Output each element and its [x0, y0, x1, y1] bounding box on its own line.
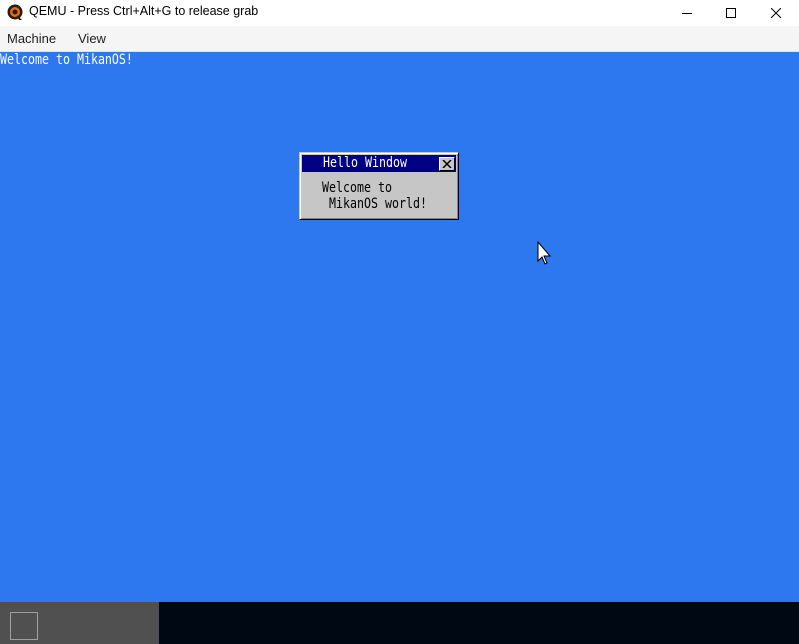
hello-window-close-button[interactable] — [439, 157, 455, 171]
taskbar-square-icon — [10, 612, 38, 640]
minimize-icon — [682, 12, 692, 14]
guest-screen[interactable]: Welcome to MikanOS! Hello Window Welcome… — [0, 52, 799, 644]
maximize-icon — [726, 7, 736, 18]
mouse-cursor-icon — [537, 241, 552, 265]
message-line-1: Welcome to — [322, 180, 392, 196]
hello-window-message: Welcome to MikanOS world! — [322, 180, 427, 212]
close-button[interactable] — [753, 0, 799, 25]
close-icon — [442, 160, 452, 168]
window-title: QEMU - Press Ctrl+Alt+G to release grab — [29, 4, 259, 18]
menu-bar: Machine View — [0, 26, 799, 52]
taskbar — [0, 602, 799, 644]
taskbar-left-panel — [0, 602, 159, 644]
hello-window[interactable]: Hello Window Welcome to MikanOS world! — [299, 152, 459, 220]
menu-machine[interactable]: Machine — [7, 31, 56, 46]
message-line-2: MikanOS world! — [322, 196, 427, 212]
host-title-bar[interactable]: QEMU - Press Ctrl+Alt+G to release grab — [0, 0, 799, 25]
qemu-app-icon — [7, 4, 23, 20]
hello-window-title-bar[interactable]: Hello Window — [302, 155, 456, 172]
close-icon — [771, 7, 781, 18]
maximize-button[interactable] — [708, 0, 754, 25]
console-welcome-text: Welcome to MikanOS! — [0, 52, 133, 68]
menu-view[interactable]: View — [78, 31, 106, 46]
hello-window-title: Hello Window — [323, 155, 407, 171]
minimize-button[interactable] — [664, 0, 710, 25]
